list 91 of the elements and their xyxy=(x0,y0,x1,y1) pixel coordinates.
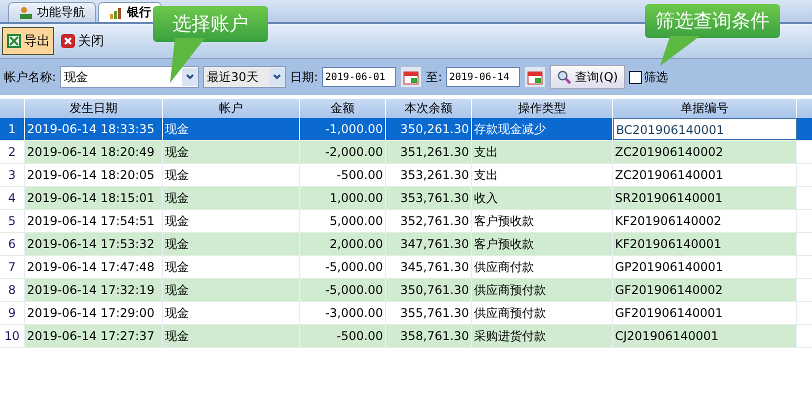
table-cell: 355,761.30 xyxy=(386,302,472,324)
close-icon xyxy=(60,33,76,49)
table-cell: -2,000.00 xyxy=(300,141,386,163)
table-cell: 现金 xyxy=(163,325,300,347)
table-cell: 收入 xyxy=(472,187,613,209)
toolbar-button[interactable]: 关闭 xyxy=(56,27,108,55)
query-button[interactable]: 查询(Q) xyxy=(550,65,625,89)
table-cell: KF201906140001 xyxy=(613,233,797,255)
table-cell: SR201906140001 xyxy=(613,187,797,209)
row-number: 7 xyxy=(0,256,25,278)
table-cell: 345,761.30 xyxy=(386,256,472,278)
table-cell: GF201906140001 xyxy=(613,302,797,324)
row-number: 5 xyxy=(0,210,25,232)
table-cell: 5,000.00 xyxy=(300,210,386,232)
table-cell: 支出 xyxy=(472,141,613,163)
account-dropdown[interactable]: 现金 xyxy=(60,66,200,88)
chart-icon xyxy=(109,6,123,20)
period-dropdown[interactable]: 最近30天 xyxy=(203,66,286,88)
table-cell: 客户预收款 xyxy=(472,210,613,232)
table-cell: 供应商预付款 xyxy=(472,302,613,324)
account-label: 帐户名称: xyxy=(4,68,56,86)
table-cell: ZC201906140001 xyxy=(613,164,797,186)
tab[interactable]: 功能导航 xyxy=(8,2,96,22)
calendar-button[interactable] xyxy=(400,66,422,88)
table-cell: 2019-06-14 18:20:49 xyxy=(25,141,163,163)
filter-checkbox[interactable]: 筛选 xyxy=(628,68,668,86)
table-cell: 供应商预付款 xyxy=(472,279,613,301)
to-label: 至: xyxy=(426,68,442,86)
table-cell: 350,761.30 xyxy=(386,279,472,301)
table-cell: GP201906140001 xyxy=(613,256,797,278)
table-cell: 2019-06-14 18:33:35 xyxy=(25,118,163,140)
row-number: 9 xyxy=(0,302,25,324)
table-cell: KF201906140002 xyxy=(613,210,797,232)
table-cell: 351,261.30 xyxy=(386,141,472,163)
row-number: 3 xyxy=(0,164,25,186)
search-icon xyxy=(557,70,572,84)
table-row[interactable]: 4 2019-06-14 18:15:01 现金 1,000.00 353,761.30 收入 SR201906140001 xyxy=(0,187,812,210)
table-cell: 现金 xyxy=(163,233,300,255)
table-cell: -1,000.00 xyxy=(300,118,386,140)
table-cell: 352,761.30 xyxy=(386,210,472,232)
table-cell: 2019-06-14 18:15:01 xyxy=(25,187,163,209)
toolbar-button[interactable]: 导出 xyxy=(2,27,54,55)
table-cell: 现金 xyxy=(163,141,300,163)
date-to-field[interactable]: 2019-06-14 xyxy=(446,67,520,87)
table-cell: -5,000.00 xyxy=(300,256,386,278)
table-cell: 供应商付款 xyxy=(472,256,613,278)
table-cell: 347,761.30 xyxy=(386,233,472,255)
table-cell: 2019-06-14 17:27:37 xyxy=(25,325,163,347)
table-row[interactable]: 6 2019-06-14 17:53:32 现金 2,000.00 347,761.30 客户预收款 KF201906140001 xyxy=(0,233,812,256)
table-cell: 2019-06-14 17:32:19 xyxy=(25,279,163,301)
table-cell: 1,000.00 xyxy=(300,187,386,209)
table-cell: 2019-06-14 18:20:05 xyxy=(25,164,163,186)
table-cell: 现金 xyxy=(163,118,300,140)
table-cell: 客户预收款 xyxy=(472,233,613,255)
table-row[interactable]: 8 2019-06-14 17:32:19 现金 -5,000.00 350,761.30 供应商预付款 GF201906140002 xyxy=(0,279,812,302)
table-cell: 350,261.30 xyxy=(386,118,472,140)
table-cell: 现金 xyxy=(163,210,300,232)
table-cell: 353,761.30 xyxy=(386,187,472,209)
calendar-button[interactable] xyxy=(524,66,546,88)
table-cell: -3,000.00 xyxy=(300,302,386,324)
table-cell: 现金 xyxy=(163,187,300,209)
spreadsheet-icon xyxy=(6,33,22,49)
table-cell: 现金 xyxy=(163,256,300,278)
table-cell: 2,000.00 xyxy=(300,233,386,255)
table-cell: ZC201906140002 xyxy=(613,141,797,163)
table-row[interactable]: 2 2019-06-14 18:20:49 现金 -2,000.00 351,261.30 支出 ZC201906140002 xyxy=(0,141,812,164)
table-cell: 现金 xyxy=(163,279,300,301)
callout-tooltip: 筛选查询条件 xyxy=(645,4,780,38)
table-row[interactable]: 1 2019-06-14 18:33:35 现金 -1,000.00 350,261.30 存款现金减少 BC201906140001 xyxy=(0,118,812,141)
row-number: 1 xyxy=(0,118,25,140)
table-cell: -500.00 xyxy=(300,325,386,347)
table-row[interactable]: 10 2019-06-14 17:27:37 现金 -500.00 358,761.30 采购进货付款 CJ201906140001 xyxy=(0,325,812,348)
table-cell: -500.00 xyxy=(300,164,386,186)
callout-tooltip: 选择账户 xyxy=(153,6,268,42)
date-label: 日期: xyxy=(290,68,318,86)
table-cell: 353,261.30 xyxy=(386,164,472,186)
table-cell: 支出 xyxy=(472,164,613,186)
date-from-field[interactable]: 2019-06-01 xyxy=(322,67,396,87)
table-cell: 358,761.30 xyxy=(386,325,472,347)
table-cell: 现金 xyxy=(163,164,300,186)
people-icon xyxy=(19,6,33,20)
table-cell: 采购进货付款 xyxy=(472,325,613,347)
table-cell: GF201906140002 xyxy=(613,279,797,301)
table-cell: CJ201906140001 xyxy=(613,325,797,347)
table-cell: -5,000.00 xyxy=(300,279,386,301)
table-cell: BC201906140001 xyxy=(613,118,797,140)
table-cell: 2019-06-14 17:47:48 xyxy=(25,256,163,278)
table-cell: 2019-06-14 17:53:32 xyxy=(25,233,163,255)
table-cell: 2019-06-14 17:29:00 xyxy=(25,302,163,324)
table-cell: 2019-06-14 17:54:51 xyxy=(25,210,163,232)
table-cell: 现金 xyxy=(163,302,300,324)
